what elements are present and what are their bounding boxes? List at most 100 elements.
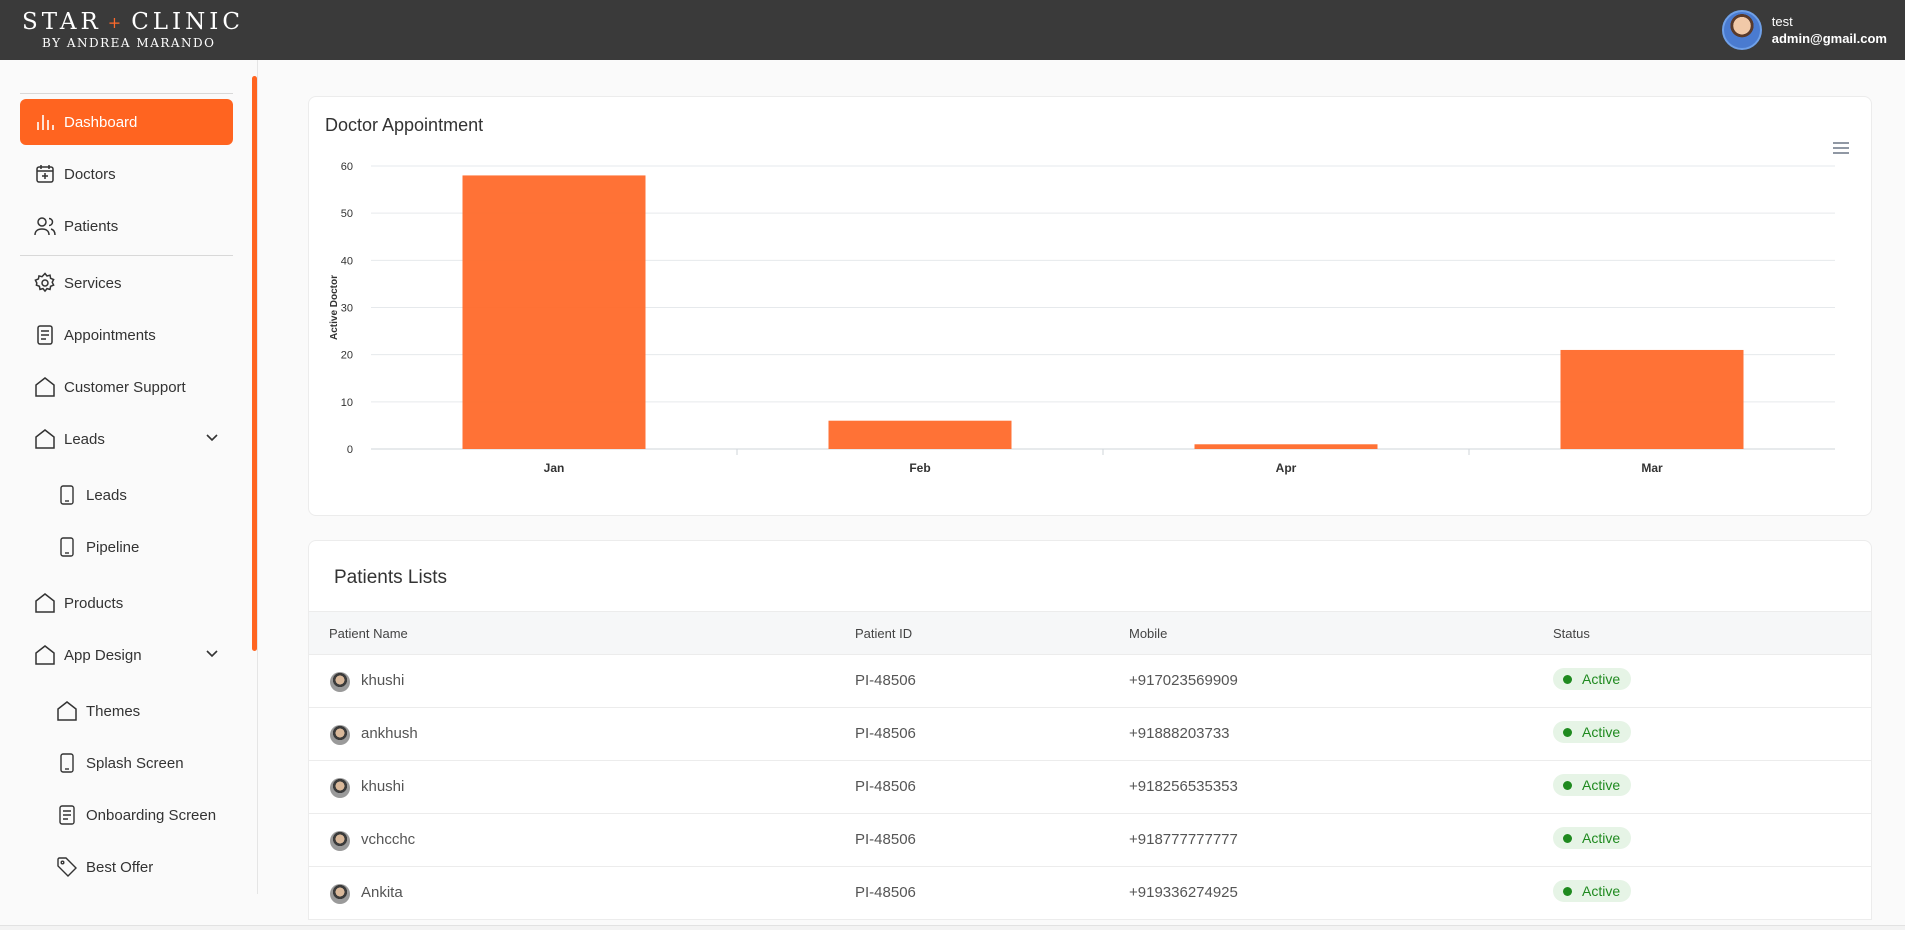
- home-icon: [34, 592, 56, 614]
- y-axis-label: Active Doctor: [329, 275, 340, 340]
- sidebar-item-label: Splash Screen: [86, 754, 184, 772]
- chevron-down-icon[interactable]: [205, 646, 219, 664]
- logo-subtitle: BY ANDREA MARANDO: [42, 36, 216, 50]
- column-header-mobile[interactable]: Mobile: [1129, 626, 1167, 641]
- sidebar-item-leads-group[interactable]: Leads: [20, 416, 233, 462]
- sidebar-divider: [20, 93, 233, 94]
- document-icon: [34, 324, 56, 346]
- sidebar-scrollbar[interactable]: [252, 76, 257, 651]
- status-dot-icon: [1563, 674, 1572, 684]
- chevron-down-icon[interactable]: [205, 430, 219, 448]
- column-header-status[interactable]: Status: [1553, 626, 1590, 641]
- tag-icon: [56, 856, 78, 878]
- y-tick-label: 50: [341, 208, 353, 220]
- sidebar-item-label: Leads: [86, 486, 127, 504]
- y-tick-label: 60: [341, 161, 353, 173]
- sidebar-item-label: Themes: [86, 702, 141, 720]
- y-tick-label: 40: [341, 255, 353, 267]
- patient-id: PI-48506: [855, 672, 916, 689]
- status-badge: Active: [1553, 721, 1632, 743]
- user-menu[interactable]: test admin@gmail.com: [1721, 10, 1887, 50]
- patient-avatar: [330, 725, 350, 745]
- y-tick-label: 20: [341, 350, 353, 362]
- sidebar-item-leads[interactable]: Leads: [20, 472, 233, 518]
- table-row[interactable]: ankhush PI-48506 +91888203733 Active: [309, 708, 1871, 761]
- users-icon: [34, 215, 56, 237]
- home-icon: [34, 428, 56, 450]
- table-title: Patients Lists: [334, 567, 447, 588]
- patient-id: PI-48506: [855, 831, 916, 848]
- phone-icon: [56, 484, 78, 506]
- patient-mobile: +918777777777: [1129, 831, 1238, 848]
- sidebar-item-products[interactable]: Products: [20, 580, 233, 626]
- avatar[interactable]: [1721, 10, 1762, 50]
- patient-avatar: [330, 778, 350, 798]
- sidebar-item-app-design[interactable]: App Design: [20, 632, 233, 678]
- sidebar-item-label: Appointments: [64, 326, 156, 344]
- patient-name: Ankita: [361, 884, 403, 901]
- status-dot-icon: [1563, 780, 1572, 790]
- logo-word-star: STAR: [22, 9, 102, 35]
- status-text: Active: [1582, 724, 1621, 740]
- patient-id: PI-48506: [855, 884, 916, 901]
- sidebar-item-onboarding-screen[interactable]: Onboarding Screen: [20, 792, 233, 838]
- sidebar-item-appointments[interactable]: Appointments: [20, 312, 233, 358]
- status-dot-icon: [1563, 833, 1572, 843]
- sidebar-item-themes[interactable]: Themes: [20, 688, 233, 734]
- y-tick-label: 10: [341, 397, 353, 409]
- logo[interactable]: STAR + CLINIC BY ANDREA MARANDO: [22, 9, 244, 50]
- sidebar-item-label: Leads: [64, 430, 105, 448]
- patient-name: ankhush: [361, 725, 418, 742]
- gear-icon: [34, 272, 56, 294]
- table-row[interactable]: Ankita PI-48506 +919336274925 Active: [309, 867, 1871, 919]
- patient-avatar: [330, 831, 350, 851]
- sidebar-divider: [20, 255, 233, 256]
- patient-mobile: +919336274925: [1129, 884, 1238, 901]
- sidebar-item-label: Doctors: [64, 165, 116, 183]
- sidebar-item-label: App Design: [64, 646, 142, 664]
- patient-name: khushi: [361, 778, 405, 795]
- sidebar-item-dashboard[interactable]: Dashboard: [20, 99, 233, 145]
- y-tick-label: 30: [341, 303, 353, 315]
- status-badge: Active: [1553, 827, 1632, 849]
- patient-avatar: [330, 884, 350, 904]
- sidebar-item-label: Products: [64, 594, 124, 612]
- status-badge: Active: [1553, 668, 1632, 690]
- sidebar-item-best-offer[interactable]: Best Offer: [20, 844, 233, 890]
- home-icon: [56, 700, 78, 722]
- x-tick-label: Mar: [1641, 461, 1663, 475]
- sidebar-item-patients[interactable]: Patients: [20, 203, 233, 249]
- x-tick-label: Jan: [544, 461, 565, 475]
- sidebar-item-label: Services: [64, 274, 122, 292]
- column-header-patient-name[interactable]: Patient Name: [329, 626, 408, 641]
- bar: [462, 175, 646, 449]
- sidebar-item-pipeline[interactable]: Pipeline: [20, 524, 233, 570]
- sidebar-item-customer-support[interactable]: Customer Support: [20, 364, 233, 410]
- sidebar-item-services[interactable]: Services: [20, 260, 233, 306]
- sidebar-item-splash-screen[interactable]: Splash Screen: [20, 740, 233, 786]
- sidebar-item-label: Patients: [64, 217, 119, 235]
- patient-avatar: [330, 672, 350, 692]
- x-tick-label: Apr: [1276, 461, 1297, 475]
- table-row[interactable]: vchcchc PI-48506 +918777777777 Active: [309, 814, 1871, 867]
- user-name: test: [1771, 14, 1793, 29]
- table-header: Patient Name Patient ID Mobile Status: [309, 611, 1871, 655]
- patient-id: PI-48506: [855, 778, 916, 795]
- table-row[interactable]: khushi PI-48506 +918256535353 Active: [309, 761, 1871, 814]
- phone-icon: [56, 536, 78, 558]
- bar-chart-icon: [34, 111, 56, 133]
- top-bar: STAR + CLINIC BY ANDREA MARANDO test adm…: [0, 0, 1905, 60]
- patient-name: vchcchc: [361, 831, 416, 848]
- status-dot-icon: [1563, 727, 1572, 737]
- status-text: Active: [1582, 671, 1621, 687]
- x-tick-label: Feb: [909, 461, 930, 475]
- status-badge: Active: [1553, 774, 1632, 796]
- patient-mobile: +918256535353: [1129, 778, 1238, 795]
- logo-plus: +: [107, 12, 126, 32]
- horizontal-scrollbar[interactable]: [0, 925, 1905, 930]
- sidebar-item-label: Best Offer: [86, 858, 154, 876]
- table-row[interactable]: khushi PI-48506 +917023569909 Active: [309, 655, 1871, 708]
- column-header-patient-id[interactable]: Patient ID: [855, 626, 912, 641]
- sidebar-item-label: Customer Support: [64, 378, 186, 396]
- sidebar-item-doctors[interactable]: Doctors: [20, 151, 233, 197]
